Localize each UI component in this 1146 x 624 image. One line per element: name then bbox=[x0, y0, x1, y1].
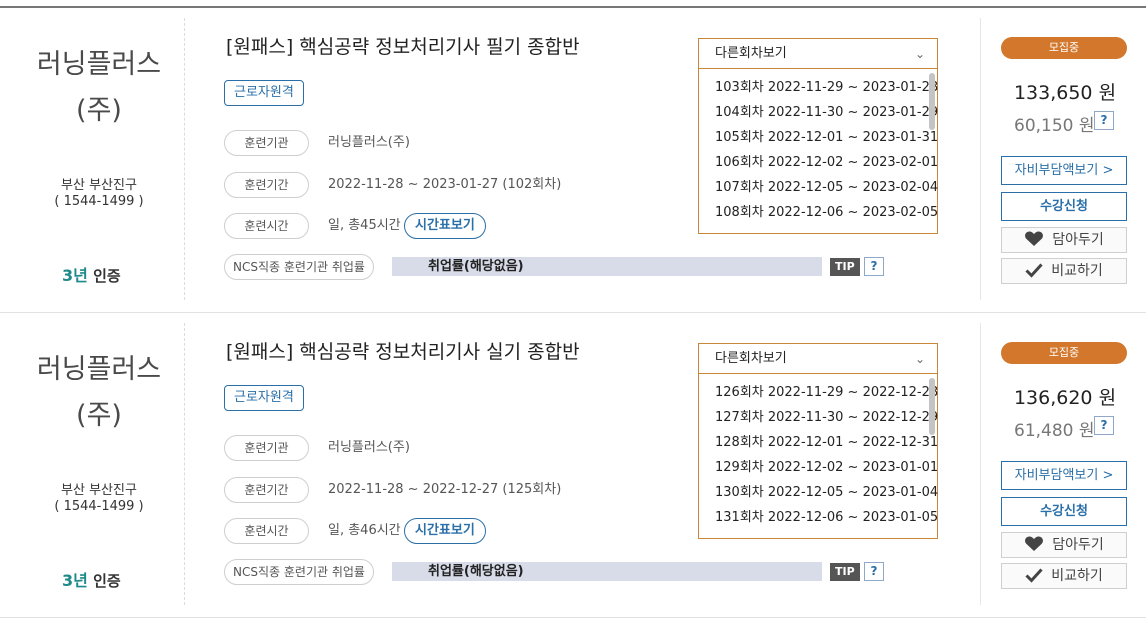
session-item[interactable]: 105회차 2022-12-01 ~ 2023-01-31 bbox=[699, 125, 938, 150]
label-time: 훈련시간 bbox=[224, 213, 309, 239]
session-item[interactable]: 103회차 2022-11-29 ~ 2023-01-28 bbox=[699, 75, 938, 100]
course-type-badge: 근로자원격 bbox=[224, 385, 304, 411]
heart-icon bbox=[1025, 231, 1044, 246]
period-value: 2022-11-28 ~ 2023-01-27 (102회차) bbox=[328, 177, 562, 192]
institution-name[interactable]: 러닝플러스 (주) bbox=[0, 42, 198, 134]
help-icon[interactable]: ? bbox=[1094, 416, 1114, 435]
ncs-employment-label: NCS직종 훈련기관 취업률 bbox=[224, 559, 374, 585]
compare-label: 비교하기 bbox=[1051, 568, 1103, 584]
label-period: 훈련기간 bbox=[224, 172, 309, 198]
self-pay-button[interactable]: 자비부담액보기 > bbox=[1001, 461, 1127, 490]
course-price: 136,620 원 bbox=[1013, 387, 1117, 409]
institution-name-line2: (주) bbox=[76, 95, 122, 126]
apply-button[interactable]: 수강신청 bbox=[1001, 497, 1127, 526]
compare-label: 비교하기 bbox=[1051, 263, 1103, 279]
self-pay-button[interactable]: 자비부담액보기 > bbox=[1001, 156, 1127, 185]
session-list: 126회차 2022-11-29 ~ 2022-12-28 127회차 2022… bbox=[699, 380, 938, 530]
employment-rate-bar: 취업률(해당없음) bbox=[392, 257, 822, 276]
checkmark-icon bbox=[1025, 568, 1043, 583]
other-sessions-header[interactable]: 다른회차보기 ⌄ bbox=[699, 344, 937, 374]
other-sessions-dropdown[interactable]: 다른회차보기 ⌄ 126회차 2022-11-29 ~ 2022-12-28 1… bbox=[698, 343, 938, 539]
course-card: 러닝플러스 (주) 부산 부산진구 ( 1544-1499 ) 3년 인증 [원… bbox=[0, 8, 1146, 313]
session-item[interactable]: 127회차 2022-11-30 ~ 2022-12-29 bbox=[699, 405, 938, 430]
label-time: 훈련시간 bbox=[224, 518, 309, 544]
label-org: 훈련기관 bbox=[224, 130, 309, 156]
certification-badge: 3년 인증 bbox=[62, 262, 121, 286]
other-sessions-label: 다른회차보기 bbox=[715, 46, 787, 61]
course-title[interactable]: [원패스] 핵심공략 정보처리기사 필기 종합반 bbox=[226, 32, 580, 59]
help-icon[interactable]: ? bbox=[1094, 111, 1114, 130]
cert-years: 3년 bbox=[62, 266, 88, 285]
session-item[interactable]: 129회차 2022-12-02 ~ 2023-01-01 bbox=[699, 455, 938, 480]
help-icon[interactable]: ? bbox=[864, 562, 884, 581]
label-period: 훈련기간 bbox=[224, 477, 309, 503]
cert-label: 인증 bbox=[93, 572, 121, 590]
column-divider bbox=[980, 323, 981, 605]
course-card: 러닝플러스 (주) 부산 부산진구 ( 1544-1499 ) 3년 인증 [원… bbox=[0, 313, 1146, 618]
institution-region: 부산 부산진구 bbox=[61, 483, 137, 498]
ncs-employment-label: NCS직종 훈련기관 취업률 bbox=[224, 254, 374, 280]
institution-region: 부산 부산진구 bbox=[61, 178, 137, 193]
institution-name-line1: 러닝플러스 bbox=[36, 354, 162, 385]
scrollbar-thumb[interactable] bbox=[929, 378, 935, 435]
timetable-button[interactable]: 시간표보기 bbox=[404, 213, 486, 239]
institution-name[interactable]: 러닝플러스 (주) bbox=[0, 347, 198, 439]
session-item[interactable]: 131회차 2022-12-06 ~ 2023-01-05 bbox=[699, 505, 938, 530]
wishlist-button[interactable]: 담아두기 bbox=[1001, 227, 1127, 253]
cert-years: 3년 bbox=[62, 571, 88, 590]
course-type-badge: 근로자원격 bbox=[224, 80, 304, 106]
period-value: 2022-11-28 ~ 2022-12-27 (125회차) bbox=[328, 482, 562, 497]
other-sessions-header[interactable]: 다른회차보기 ⌄ bbox=[699, 39, 937, 69]
apply-button[interactable]: 수강신청 bbox=[1001, 192, 1127, 221]
session-item[interactable]: 106회차 2022-12-02 ~ 2023-02-01 bbox=[699, 150, 938, 175]
other-sessions-dropdown[interactable]: 다른회차보기 ⌄ 103회차 2022-11-29 ~ 2023-01-28 1… bbox=[698, 38, 938, 234]
course-price: 133,650 원 bbox=[1013, 82, 1117, 104]
time-value: 일, 총46시간 bbox=[328, 523, 401, 538]
tip-badge[interactable]: TIP bbox=[830, 258, 860, 276]
self-pay-price: 61,480 원 bbox=[1014, 421, 1095, 441]
column-divider bbox=[980, 18, 981, 300]
chevron-down-icon: ⌄ bbox=[914, 352, 925, 366]
tip-badge[interactable]: TIP bbox=[830, 563, 860, 581]
wishlist-label: 담아두기 bbox=[1052, 232, 1104, 248]
session-list: 103회차 2022-11-29 ~ 2023-01-28 104회차 2022… bbox=[699, 75, 938, 225]
compare-button[interactable]: 비교하기 bbox=[1001, 563, 1127, 589]
org-value: 러닝플러스(주) bbox=[328, 440, 410, 455]
chevron-down-icon: ⌄ bbox=[914, 47, 925, 61]
heart-icon bbox=[1025, 536, 1044, 551]
wishlist-label: 담아두기 bbox=[1052, 537, 1104, 553]
checkmark-icon bbox=[1025, 263, 1043, 278]
session-item[interactable]: 128회차 2022-12-01 ~ 2022-12-31 bbox=[699, 430, 938, 455]
course-title[interactable]: [원패스] 핵심공략 정보처리기사 실기 종합반 bbox=[226, 337, 580, 364]
session-item[interactable]: 104회차 2022-11-30 ~ 2023-01-29 bbox=[699, 100, 938, 125]
institution-name-line1: 러닝플러스 bbox=[36, 49, 162, 80]
session-item[interactable]: 107회차 2022-12-05 ~ 2023-02-04 bbox=[699, 175, 938, 200]
timetable-button[interactable]: 시간표보기 bbox=[404, 518, 486, 544]
institution-phone: ( 1544-1499 ) bbox=[54, 194, 144, 209]
cert-label: 인증 bbox=[93, 267, 121, 285]
self-pay-price: 60,150 원 bbox=[1014, 116, 1095, 136]
wishlist-button[interactable]: 담아두기 bbox=[1001, 532, 1127, 558]
org-value: 러닝플러스(주) bbox=[328, 135, 410, 150]
session-item[interactable]: 130회차 2022-12-05 ~ 2023-01-04 bbox=[699, 480, 938, 505]
session-item[interactable]: 126회차 2022-11-29 ~ 2022-12-28 bbox=[699, 380, 938, 405]
employment-rate-bar: 취업률(해당없음) bbox=[392, 562, 822, 581]
status-badge: 모집중 bbox=[1001, 342, 1127, 364]
help-icon[interactable]: ? bbox=[864, 257, 884, 276]
compare-button[interactable]: 비교하기 bbox=[1001, 258, 1127, 284]
time-value: 일, 총45시간 bbox=[328, 218, 401, 233]
certification-badge: 3년 인증 bbox=[62, 567, 121, 591]
session-item[interactable]: 108회차 2022-12-06 ~ 2023-02-05 bbox=[699, 200, 938, 225]
status-badge: 모집중 bbox=[1001, 37, 1127, 59]
scrollbar-thumb[interactable] bbox=[929, 73, 935, 130]
label-org: 훈련기관 bbox=[224, 435, 309, 461]
institution-phone: ( 1544-1499 ) bbox=[54, 499, 144, 514]
institution-name-line2: (주) bbox=[76, 400, 122, 431]
other-sessions-label: 다른회차보기 bbox=[715, 351, 787, 366]
